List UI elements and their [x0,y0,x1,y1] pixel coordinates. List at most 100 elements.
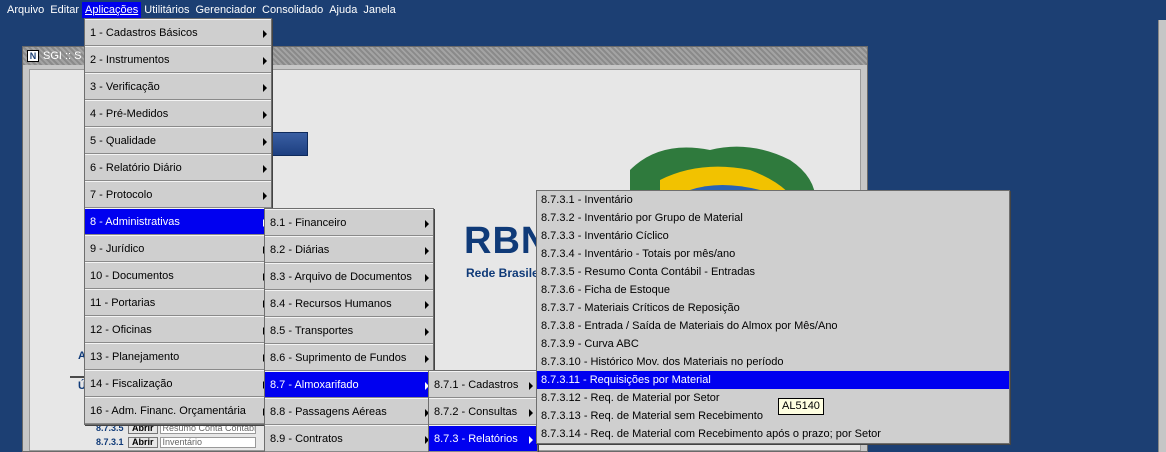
menu-item-label: 8.1 - Financeiro [270,217,347,229]
menu-item-cadastros[interactable]: 8.7.1 - Cadastros [429,371,537,398]
window-title: SGI :: S [43,50,82,62]
menu-editar[interactable]: Editar [47,2,82,18]
menu-item-oficinas[interactable]: 12 - Oficinas [85,316,271,343]
menu-item-label: 7 - Protocolo [90,189,153,201]
open-button[interactable]: Abrir [128,436,158,448]
menu-item-fiscalizacao[interactable]: 14 - Fiscalização [85,370,271,397]
menu-item-recursos-humanos[interactable]: 8.4 - Recursos Humanos [265,290,433,317]
chevron-right-icon [425,274,429,282]
menu-item-almoxarifado[interactable]: 8.7 - Almoxarifado [265,371,433,398]
recent-row-field: Inventário [159,436,256,448]
menu-item-label: 2 - Instrumentos [90,54,170,66]
menu-item-arquivo-documentos[interactable]: 8.3 - Arquivo de Documentos [265,263,433,290]
menu-item-transportes[interactable]: 8.5 - Transportes [265,317,433,344]
chevron-right-icon [529,436,533,444]
vertical-scrollbar[interactable] [1158,20,1166,452]
chevron-right-icon [263,84,267,92]
menu-utilitarios[interactable]: Utilitários [141,2,192,18]
menu-item-label: 8.3 - Arquivo de Documentos [270,271,412,283]
menu-item-label: 14 - Fiscalização [90,378,173,390]
rbn-logo-subtitle: Rede Brasilei [466,266,543,280]
menu-item-req-recebimento-apos-prazo[interactable]: 8.7.3.14 - Req. de Material com Recebime… [537,425,1009,443]
recent-row: 8.7.3.1 Abrir Inventário [96,436,256,448]
menu-item-inventario-grupo[interactable]: 8.7.3.2 - Inventário por Grupo de Materi… [537,209,1009,227]
menu-item-label: 13 - Planejamento [90,351,180,363]
menu-item-financeiro[interactable]: 8.1 - Financeiro [265,209,433,236]
chevron-right-icon [263,111,267,119]
menu-relatorios-dropdown: 8.7.3.1 - Inventário 8.7.3.2 - Inventári… [536,190,1010,444]
menu-item-label: 8.5 - Transportes [270,325,354,337]
chevron-right-icon [529,382,533,390]
menu-item-label: 8.8 - Passagens Aéreas [270,406,387,418]
menu-item-instrumentos[interactable]: 2 - Instrumentos [85,46,271,73]
menu-item-contratos[interactable]: 8.9 - Contratos [265,425,433,452]
menu-item-juridico[interactable]: 9 - Jurídico [85,235,271,262]
menu-item-relatorio-diario[interactable]: 6 - Relatório Diário [85,154,271,181]
menu-item-label: 8.7.1 - Cadastros [434,379,519,391]
menu-item-verificacao[interactable]: 3 - Verificação [85,73,271,100]
menu-item-label: 8.2 - Diárias [270,244,330,256]
menu-item-entrada-saida-materiais[interactable]: 8.7.3.8 - Entrada / Saída de Materiais d… [537,317,1009,335]
menu-item-administrativas[interactable]: 8 - Administrativas [85,208,271,235]
menu-item-requisicoes-material[interactable]: 8.7.3.11 - Requisições por Material [537,371,1009,389]
menubar: Arquivo Editar Aplicações Utilitários Ge… [0,0,1166,20]
menu-item-label: 1 - Cadastros Básicos [90,27,198,39]
chevron-right-icon [425,220,429,228]
menu-item-adm-financ-orcamentaria[interactable]: 16 - Adm. Financ. Orçamentária [85,397,271,424]
menu-item-label: 11 - Portarias [90,297,156,309]
menu-item-label: 8.7 - Almoxarifado [270,379,359,391]
menu-item-resumo-conta-contabil[interactable]: 8.7.3.5 - Resumo Conta Contábil - Entrad… [537,263,1009,281]
chevron-right-icon [425,301,429,309]
menu-consolidado[interactable]: Consolidado [259,2,326,18]
chevron-right-icon [425,355,429,363]
menu-item-req-sem-recebimento[interactable]: 8.7.3.13 - Req. de Material sem Recebime… [537,407,1009,425]
menu-item-qualidade[interactable]: 5 - Qualidade [85,127,271,154]
menu-almoxarifado-dropdown: 8.7.1 - Cadastros 8.7.2 - Consultas 8.7.… [428,370,538,452]
chevron-right-icon [425,247,429,255]
menu-item-documentos[interactable]: 10 - Documentos [85,262,271,289]
menu-item-label: 5 - Qualidade [90,135,157,147]
menu-item-protocolo[interactable]: 7 - Protocolo [85,181,271,208]
menu-item-ficha-estoque[interactable]: 8.7.3.6 - Ficha de Estoque [537,281,1009,299]
menu-item-label: 8.6 - Suprimento de Fundos [270,352,407,364]
menu-aplicacoes[interactable]: Aplicações [82,2,142,18]
chevron-right-icon [263,138,267,146]
menu-item-inventario[interactable]: 8.7.3.1 - Inventário [537,191,1009,209]
chevron-right-icon [263,30,267,38]
menu-item-diarias[interactable]: 8.2 - Diárias [265,236,433,263]
chevron-right-icon [529,409,533,417]
tooltip: AL5140 [778,398,824,415]
menu-item-portarias[interactable]: 11 - Portarias [85,289,271,316]
menu-item-consultas[interactable]: 8.7.2 - Consultas [429,398,537,425]
menu-arquivo[interactable]: Arquivo [4,2,47,18]
menu-ajuda[interactable]: Ajuda [326,2,360,18]
chevron-right-icon [263,165,267,173]
menu-item-historico-mov[interactable]: 8.7.3.10 - Histórico Mov. dos Materiais … [537,353,1009,371]
menu-item-label: 8.4 - Recursos Humanos [270,298,392,310]
menu-item-label: 8 - Administrativas [90,216,180,228]
recent-row-code: 8.7.3.1 [96,437,124,447]
menu-item-label: 8.7.2 - Consultas [434,406,518,418]
menu-item-label: 6 - Relatório Diário [90,162,182,174]
menu-item-inventario-ciclico[interactable]: 8.7.3.3 - Inventário Cíclico [537,227,1009,245]
menu-item-planejamento[interactable]: 13 - Planejamento [85,343,271,370]
menu-administrativas-dropdown: 8.1 - Financeiro 8.2 - Diárias 8.3 - Arq… [264,208,434,452]
menu-item-label: 16 - Adm. Financ. Orçamentária [90,405,246,417]
menu-item-passagens-aereas[interactable]: 8.8 - Passagens Aéreas [265,398,433,425]
menu-item-label: 8.7.3 - Relatórios [434,433,518,445]
menu-item-label: 12 - Oficinas [90,324,152,336]
menu-item-req-material-setor[interactable]: 8.7.3.12 - Req. de Material por Setor [537,389,1009,407]
menu-janela[interactable]: Janela [360,2,398,18]
menu-item-curva-abc[interactable]: 8.7.3.9 - Curva ABC [537,335,1009,353]
menu-item-inventario-totais[interactable]: 8.7.3.4 - Inventário - Totais por mês/an… [537,245,1009,263]
app-icon: N [27,50,39,62]
chevron-right-icon [425,328,429,336]
menu-gerenciador[interactable]: Gerenciador [192,2,259,18]
menu-item-cadastros-basicos[interactable]: 1 - Cadastros Básicos [85,19,271,46]
menu-item-relatorios[interactable]: 8.7.3 - Relatórios [429,425,537,452]
menu-item-materiais-criticos[interactable]: 8.7.3.7 - Materiais Críticos de Reposiçã… [537,299,1009,317]
menu-item-label: 8.9 - Contratos [270,433,343,445]
menu-item-pre-medidos[interactable]: 4 - Pré-Medidos [85,100,271,127]
menu-item-suprimento-fundos[interactable]: 8.6 - Suprimento de Fundos [265,344,433,371]
menu-item-label: 10 - Documentos [90,270,174,282]
